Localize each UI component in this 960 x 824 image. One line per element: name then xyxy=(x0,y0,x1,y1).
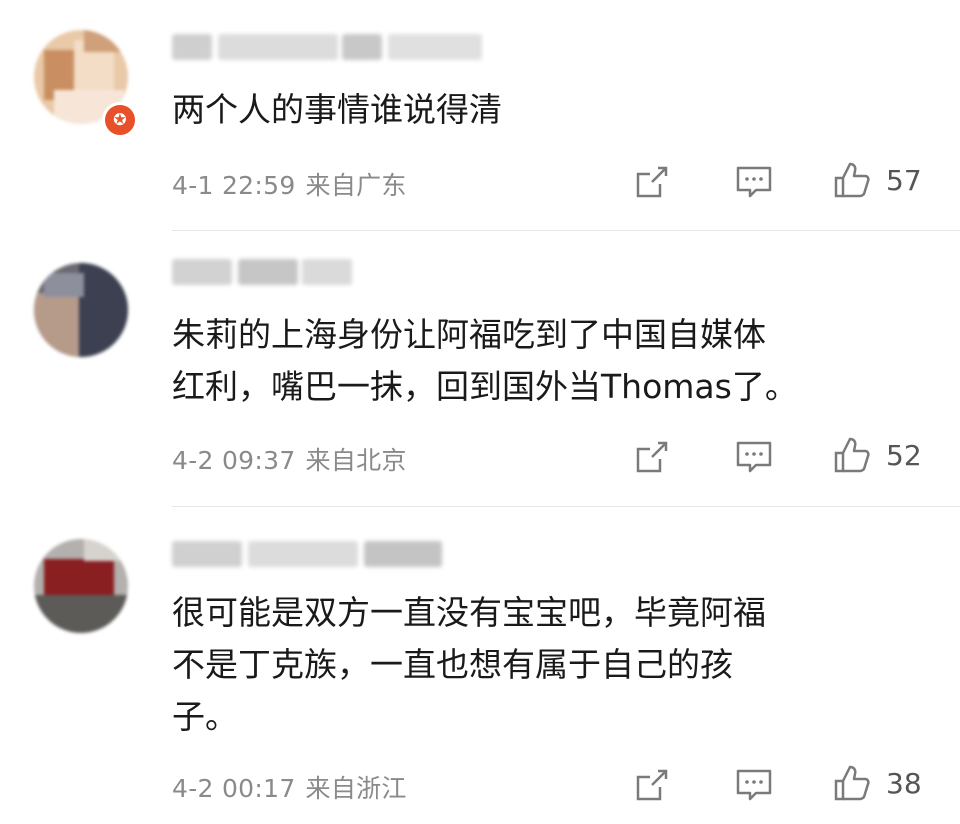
comment-text: 两个人的事情谁说得清 xyxy=(172,90,502,129)
thumbs-up-icon[interactable] xyxy=(832,763,872,803)
like-count: 52 xyxy=(886,439,922,472)
comment-meta: 4-1 22:59 来自广东 xyxy=(172,166,407,202)
avatar[interactable] xyxy=(34,263,128,357)
comment-icon[interactable] xyxy=(734,765,774,805)
comment-icon[interactable] xyxy=(734,437,774,477)
verified-badge-icon: ✪ xyxy=(102,102,138,138)
comment-date: 4-2 00:17 xyxy=(172,774,296,803)
comment-meta: 4-2 00:17 来自浙江 xyxy=(172,769,407,805)
comment-date: 4-1 22:59 xyxy=(172,171,296,200)
share-icon[interactable] xyxy=(632,437,672,477)
thumbs-up-icon[interactable] xyxy=(832,160,872,200)
comment-item: 很可能是双方一直没有宝宝吧，毕竟阿福 不是丁克族，一直也想有属于自己的孩 子。 … xyxy=(0,507,960,824)
comment-item: ✪ 两个人的事情谁说得清 4-1 22:59 来自广东 57 xyxy=(0,0,960,230)
comment-text: 很可能是双方一直没有宝宝吧，毕竟阿福 不是丁克族，一直也想有属于自己的孩 子。 xyxy=(172,593,766,736)
share-icon[interactable] xyxy=(632,765,672,805)
comment-location: 来自北京 xyxy=(305,446,407,475)
comment-location: 来自广东 xyxy=(305,171,407,200)
username[interactable] xyxy=(172,541,442,567)
comment-item: 朱莉的上海身份让阿福吃到了中国自媒体 红利，嘴巴一抹，回到国外当Thomas了。… xyxy=(0,231,960,506)
comment-icon[interactable] xyxy=(734,162,774,202)
like-count: 57 xyxy=(886,164,922,197)
comment-meta: 4-2 09:37 来自北京 xyxy=(172,441,407,477)
comment-location: 来自浙江 xyxy=(305,774,407,803)
username[interactable] xyxy=(172,34,482,60)
username[interactable] xyxy=(172,259,352,285)
avatar[interactable] xyxy=(34,539,128,633)
comment-date: 4-2 09:37 xyxy=(172,446,296,475)
comment-text: 朱莉的上海身份让阿福吃到了中国自媒体 红利，嘴巴一抹，回到国外当Thomas了。 xyxy=(172,315,798,406)
like-count: 38 xyxy=(886,767,922,800)
share-icon[interactable] xyxy=(632,162,672,202)
thumbs-up-icon[interactable] xyxy=(832,435,872,475)
